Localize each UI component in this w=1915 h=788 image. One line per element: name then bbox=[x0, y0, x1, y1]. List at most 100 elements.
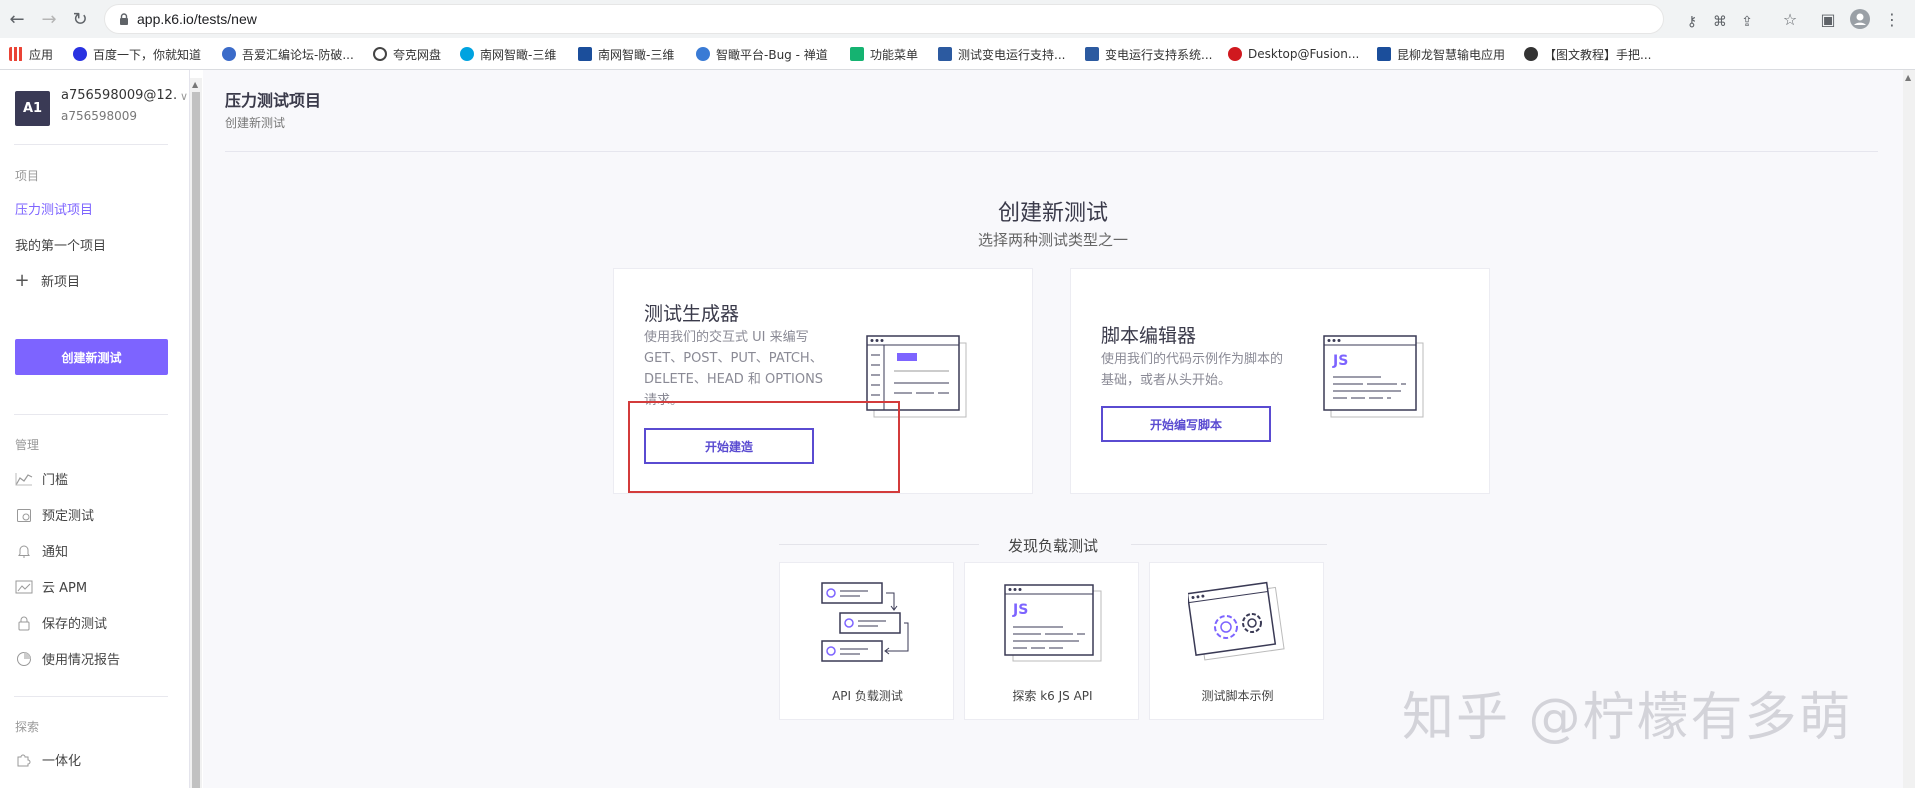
sidebar-item-thresholds[interactable]: 门槛 bbox=[15, 469, 68, 488]
site-icon bbox=[1377, 47, 1391, 61]
start-writing-script-button[interactable]: 开始编写脚本 bbox=[1101, 406, 1271, 442]
site-icon bbox=[696, 47, 710, 61]
apm-icon bbox=[15, 579, 33, 595]
menu-kebab-icon[interactable]: ⋮ bbox=[1880, 7, 1904, 31]
discover-label: 测试脚本示例 bbox=[1201, 689, 1274, 703]
url-text: app.k6.io/tests/new bbox=[137, 11, 257, 27]
account-name[interactable]: a756598009@12... bbox=[61, 88, 176, 103]
sidebar-item-usage-report[interactable]: 使用情况报告 bbox=[15, 649, 120, 668]
scrollbar-thumb[interactable] bbox=[192, 92, 200, 788]
discover-card-script-examples[interactable]: 测试脚本示例 bbox=[1149, 562, 1324, 720]
bookmark-apps[interactable]: 应用 bbox=[9, 45, 53, 63]
bookmark-item[interactable]: 变电运行支持系统... bbox=[1085, 45, 1212, 63]
bookmark-item[interactable]: Desktop@Fusion... bbox=[1228, 45, 1359, 63]
breadcrumb: 创建新测试 bbox=[225, 116, 286, 130]
bookmark-item[interactable]: 昆柳龙智慧输电应用 bbox=[1377, 45, 1505, 63]
calendar-icon bbox=[15, 507, 33, 523]
page-title: 压力测试项目 bbox=[225, 91, 322, 110]
puzzle-icon bbox=[15, 752, 33, 768]
api-diagram-icon bbox=[821, 582, 909, 662]
forward-arrow-icon[interactable]: → bbox=[37, 7, 61, 31]
sidebar-item-integrations[interactable]: 一体化 bbox=[15, 750, 81, 769]
js-window-icon: JS bbox=[1004, 584, 1102, 662]
watermark: 知乎 @柠檬有多萌 bbox=[1402, 688, 1853, 748]
chart-icon bbox=[15, 471, 33, 487]
bell-icon bbox=[15, 543, 33, 559]
browser-toolbar: ← → ↻ app.k6.io/tests/new ⚷ ⌘ ⇪ ☆ ▣ ⋮ bbox=[0, 0, 1915, 38]
explore-heading: 探索 bbox=[15, 720, 40, 734]
card-description: 使用我们的代码示例作为脚本的 基础，或者从头开始。 bbox=[1101, 352, 1284, 388]
card-title: 测试生成器 bbox=[644, 303, 740, 325]
reload-icon[interactable]: ↻ bbox=[68, 7, 92, 31]
share-icon[interactable]: ⇪ bbox=[1738, 13, 1756, 31]
divider bbox=[14, 696, 168, 697]
sidebar-item-first-project[interactable]: 我的第一个项目 bbox=[15, 235, 106, 254]
bookmark-item[interactable]: 【图文教程】手把... bbox=[1524, 45, 1651, 63]
bookmark-item[interactable]: 南网智瞰-三维 bbox=[578, 45, 674, 63]
highlight-box bbox=[628, 401, 900, 493]
scroll-up-arrow-icon[interactable]: ▲ bbox=[192, 80, 198, 89]
discover-card-api-load-test[interactable]: API 负载测试 bbox=[779, 562, 954, 720]
js-label: JS bbox=[1012, 602, 1028, 618]
star-icon[interactable]: ☆ bbox=[1778, 7, 1802, 31]
site-icon bbox=[222, 47, 236, 61]
cloud-icon bbox=[373, 47, 387, 61]
card-description: 使用我们的交互式 UI 来编写 GET、POST、PUT、PATCH、 DELE… bbox=[644, 330, 824, 408]
back-arrow-icon[interactable]: ← bbox=[5, 7, 29, 31]
bookmarks-bar: 应用 百度一下，你就知道 吾爱汇编论坛-防破... 夸克网盘 南网智瞰-三维 南… bbox=[0, 38, 1915, 70]
site-icon bbox=[460, 47, 474, 61]
lock-icon bbox=[120, 13, 128, 25]
main-scrollbar[interactable]: ▲ bbox=[1903, 70, 1915, 788]
bookmark-item[interactable]: 夸克网盘 bbox=[373, 45, 441, 63]
site-icon bbox=[1524, 47, 1538, 61]
discover-label: 探索 k6 JS API bbox=[1012, 689, 1093, 703]
bookmark-item[interactable]: 百度一下，你就知道 bbox=[73, 45, 201, 63]
side-panel-icon[interactable]: ▣ bbox=[1816, 7, 1840, 31]
chevron-down-icon[interactable]: ∨ bbox=[180, 90, 188, 103]
key-icon[interactable]: ⚷ bbox=[1683, 13, 1701, 31]
account-sub: a756598009 bbox=[61, 109, 138, 123]
bookmark-item[interactable]: 功能菜单 bbox=[850, 45, 918, 63]
card-title: 脚本编辑器 bbox=[1101, 325, 1197, 347]
baidu-icon bbox=[73, 47, 87, 61]
avatar[interactable]: A1 bbox=[15, 91, 50, 126]
sidebar-item-notifications[interactable]: 通知 bbox=[15, 541, 68, 560]
site-icon bbox=[938, 47, 952, 61]
script-editor-card[interactable]: 脚本编辑器 使用我们的代码示例作为脚本的 基础，或者从头开始。 JS 开始编写脚… bbox=[1070, 268, 1490, 494]
bookmark-item[interactable]: 吾爱汇编论坛-防破... bbox=[222, 45, 354, 63]
projects-heading: 项目 bbox=[15, 169, 40, 183]
divider bbox=[14, 144, 168, 145]
play-icon bbox=[850, 47, 864, 61]
sidebar: A1 a756598009@12... a756598009 ∨ 项目 压力测试… bbox=[0, 70, 190, 788]
profile-icon[interactable] bbox=[1848, 7, 1872, 31]
site-icon bbox=[578, 47, 592, 61]
sidebar-item-cloud-apm[interactable]: 云 APM bbox=[15, 577, 87, 596]
bookmark-item[interactable]: 测试变电运行支持... bbox=[938, 45, 1065, 63]
apps-grid-icon bbox=[9, 47, 23, 61]
sidebar-item-scheduled[interactable]: 预定测试 bbox=[15, 505, 94, 524]
create-test-button[interactable]: 创建新测试 bbox=[15, 339, 168, 375]
translate-icon[interactable]: ⌘ bbox=[1711, 13, 1729, 31]
sidebar-scrollbar[interactable]: ▲ bbox=[190, 78, 202, 788]
manage-heading: 管理 bbox=[15, 438, 40, 452]
discover-title: 发现负载测试 bbox=[1007, 537, 1098, 555]
lock-icon bbox=[15, 615, 33, 631]
pie-icon bbox=[15, 651, 33, 667]
discover-label: API 负载测试 bbox=[832, 689, 903, 703]
js-label: JS bbox=[1332, 353, 1348, 369]
sidebar-item-new-project[interactable]: + 新项目 bbox=[14, 270, 80, 291]
huawei-icon bbox=[1228, 47, 1242, 61]
site-icon bbox=[1085, 47, 1099, 61]
section-subtitle: 选择两种测试类型之一 bbox=[977, 231, 1128, 249]
script-illustration: JS bbox=[1323, 335, 1424, 418]
discover-card-k6-js-api[interactable]: JS 探索 k6 JS API bbox=[964, 562, 1139, 720]
scroll-up-arrow-icon[interactable]: ▲ bbox=[1905, 73, 1911, 82]
sidebar-item-pressure-project[interactable]: 压力测试项目 bbox=[15, 199, 93, 218]
section-title: 创建新测试 bbox=[997, 201, 1108, 226]
address-bar[interactable]: app.k6.io/tests/new ⚷ ⌘ ⇪ bbox=[104, 4, 1753, 34]
divider bbox=[225, 151, 1878, 152]
sidebar-item-saved-tests[interactable]: 保存的测试 bbox=[15, 613, 107, 632]
bookmark-item[interactable]: 智瞰平台-Bug - 禅道 bbox=[696, 45, 828, 63]
divider bbox=[14, 414, 168, 415]
bookmark-item[interactable]: 南网智瞰-三维 bbox=[460, 45, 556, 63]
